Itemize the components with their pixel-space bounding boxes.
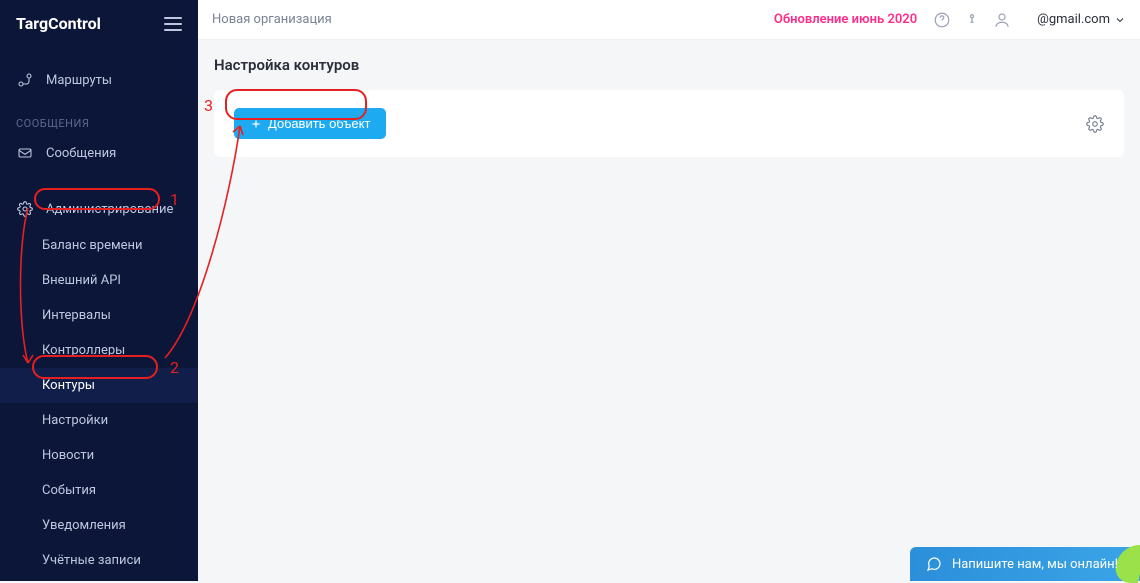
topbar: Новая организация Обновление июнь 2020 @… (198, 0, 1140, 40)
chevron-down-icon (1114, 14, 1126, 26)
sidebar-item-admin[interactable]: Администрирование (0, 190, 198, 228)
chat-icon (926, 556, 942, 572)
sidebar-item-api[interactable]: Внешний API (0, 263, 198, 298)
chat-widget[interactable]: Напишите нам, мы онлайн! (910, 547, 1140, 581)
sidebar-item-label: Сообщения (46, 146, 116, 161)
sidebar-item-accounts[interactable]: Учётные записи (0, 543, 198, 578)
user-menu[interactable]: @gmail.com (1037, 12, 1126, 27)
user-icon[interactable] (993, 11, 1011, 29)
sidebar-item-label: Администрирование (46, 202, 173, 217)
page-title: Настройка контуров (214, 56, 1124, 74)
sidebar-item-events[interactable]: События (0, 473, 198, 508)
sidebar-item-controllers[interactable]: Контроллеры (0, 333, 198, 368)
content-card: Добавить объект (214, 90, 1124, 157)
sidebar: TargControl Маршруты СООБЩЕНИЯ Сообщения… (0, 0, 198, 581)
sidebar-nav: Маршруты СООБЩЕНИЯ Сообщения Администрир… (0, 47, 198, 581)
gear-icon (16, 200, 34, 218)
hamburger-icon[interactable] (164, 17, 182, 31)
knowledge-icon[interactable] (963, 11, 981, 29)
plus-icon (250, 118, 262, 130)
help-icon[interactable] (933, 11, 951, 29)
sidebar-item-contours[interactable]: Контуры (0, 368, 198, 403)
sidebar-item-news[interactable]: Новости (0, 438, 198, 473)
app-logo: TargControl (16, 14, 101, 33)
card-settings-icon[interactable] (1086, 115, 1104, 133)
sidebar-item-balance[interactable]: Баланс времени (0, 228, 198, 263)
org-name[interactable]: Новая организация (212, 12, 332, 27)
sidebar-item-notifications[interactable]: Уведомления (0, 508, 198, 543)
sidebar-item-label: Маршруты (46, 73, 112, 88)
sidebar-item-intervals[interactable]: Интервалы (0, 298, 198, 333)
sidebar-item-messages[interactable]: Сообщения (0, 134, 198, 172)
sidebar-header: TargControl (0, 0, 198, 47)
main-content: Настройка контуров Добавить объект (198, 40, 1140, 581)
sidebar-item-settings[interactable]: Настройки (0, 403, 198, 438)
routes-icon (16, 71, 34, 89)
sidebar-item-routes[interactable]: Маршруты (0, 61, 198, 99)
sidebar-section-messages: СООБЩЕНИЯ (0, 99, 198, 134)
add-object-button[interactable]: Добавить объект (234, 108, 386, 139)
envelope-icon (16, 144, 34, 162)
update-link[interactable]: Обновление июнь 2020 (774, 12, 917, 27)
chat-text: Напишите нам, мы онлайн! (952, 557, 1118, 572)
